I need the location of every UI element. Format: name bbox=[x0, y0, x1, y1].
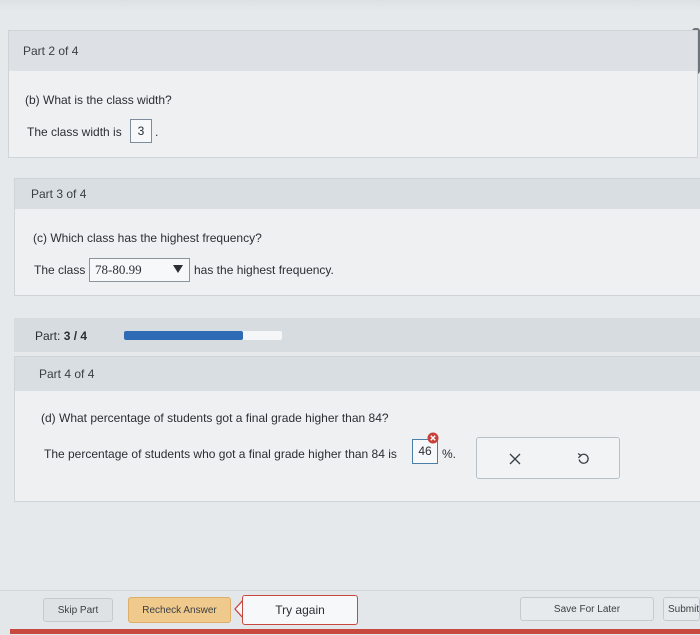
try-again-callout: Try again bbox=[242, 595, 358, 625]
part-2-title: Part 2 of 4 bbox=[23, 44, 79, 58]
progress-count: 3 / 4 bbox=[63, 329, 88, 343]
error-badge-icon bbox=[427, 432, 439, 444]
part-2-answer-suffix: . bbox=[155, 125, 159, 139]
answer-tools-panel bbox=[476, 437, 620, 479]
part-2-answer-prefix: The class width is bbox=[27, 125, 122, 139]
part-3-card: Part 3 of 4 (c) Which class has the high… bbox=[14, 178, 700, 296]
dropdown-arrow-icon bbox=[173, 265, 183, 273]
part-4-header: Part 4 of 4 bbox=[15, 357, 700, 391]
top-frame-edge bbox=[0, 0, 700, 14]
part-3-answer-prefix: The class bbox=[34, 263, 86, 277]
recheck-answer-button[interactable]: Recheck Answer bbox=[128, 597, 231, 623]
part-4-answer-suffix: %. bbox=[442, 447, 457, 461]
class-width-input[interactable]: 3 bbox=[130, 119, 152, 143]
undo-icon[interactable] bbox=[576, 452, 590, 466]
save-for-later-button[interactable]: Save For Later bbox=[520, 597, 654, 621]
part-4-title: Part 4 of 4 bbox=[39, 367, 95, 381]
progress-bar-track bbox=[124, 331, 282, 340]
part-3-header: Part 3 of 4 bbox=[15, 179, 700, 209]
part-2-header: Part 2 of 4 bbox=[9, 31, 697, 71]
part-2-body: (b) What is the class width? The class w… bbox=[9, 71, 697, 157]
bottom-accent-line bbox=[10, 629, 700, 634]
class-select-value: 78-80.99 bbox=[95, 262, 142, 277]
part-4-card: Part 4 of 4 (d) What percentage of stude… bbox=[14, 356, 700, 502]
progress-label-text: Part: bbox=[35, 329, 61, 343]
part-4-question: (d) What percentage of students got a fi… bbox=[41, 411, 389, 425]
part-3-title: Part 3 of 4 bbox=[31, 187, 87, 201]
part-3-answer-suffix: has the highest frequency. bbox=[194, 263, 334, 277]
part-2-card: Part 2 of 4 (b) What is the class width?… bbox=[8, 30, 698, 158]
progress-label: Part: 3 / 4 bbox=[35, 329, 87, 343]
part-3-body: (c) Which class has the highest frequenc… bbox=[15, 209, 700, 295]
part-2-question: (b) What is the class width? bbox=[25, 93, 172, 107]
part-3-question: (c) Which class has the highest frequenc… bbox=[33, 231, 262, 245]
submit-button[interactable]: Submit bbox=[663, 597, 700, 621]
close-icon[interactable] bbox=[508, 452, 522, 466]
progress-bar-fill bbox=[124, 331, 243, 340]
part-4-answer-prefix: The percentage of students who got a fin… bbox=[44, 447, 397, 461]
skip-part-button[interactable]: Skip Part bbox=[43, 598, 113, 622]
class-select[interactable]: 78-80.99 bbox=[89, 258, 190, 282]
part-progress: Part: 3 / 4 bbox=[14, 318, 700, 352]
